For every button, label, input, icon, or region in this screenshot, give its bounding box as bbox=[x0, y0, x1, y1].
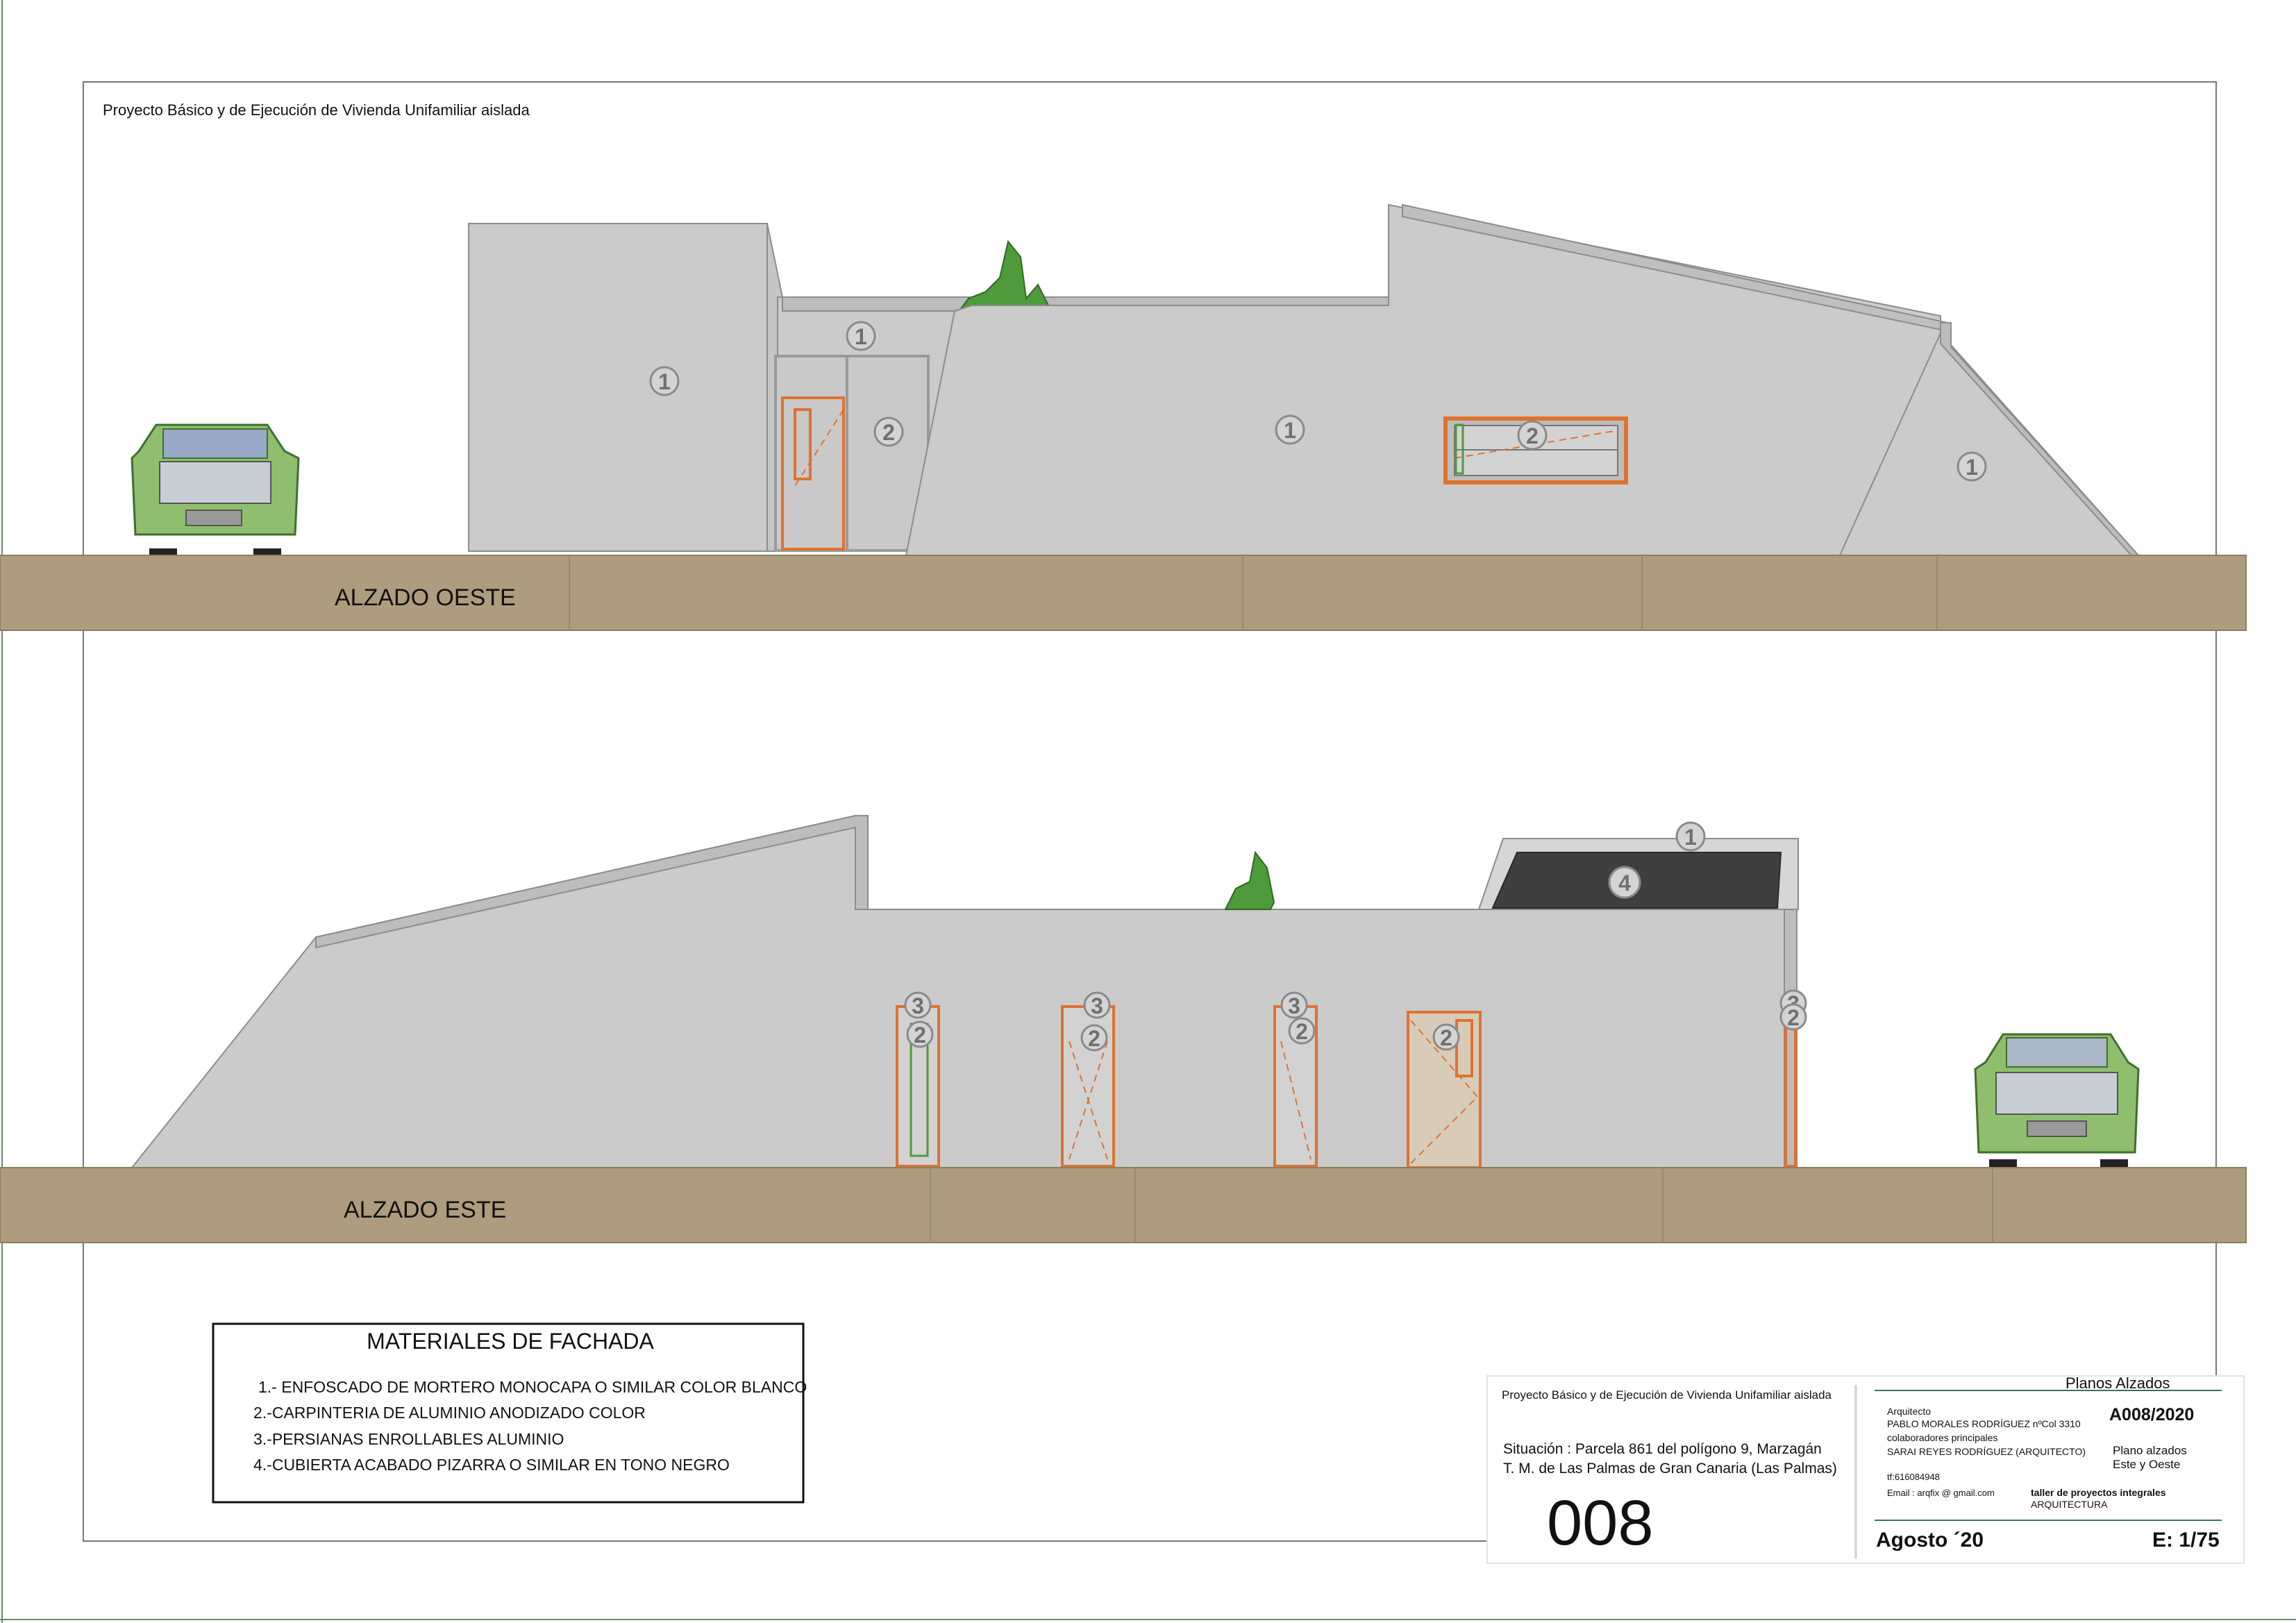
svg-text:3: 3 bbox=[912, 993, 924, 1018]
tb-collaborators-label: colaboradores principales bbox=[1887, 1432, 1998, 1443]
tb-architect-name: PABLO MORALES RODRÍGUEZ nºCol 3310 bbox=[1887, 1418, 2081, 1429]
elevation-drawing-sheet: Proyecto Básico y de Ejecución de Vivien… bbox=[0, 0, 2296, 1623]
legend-title: MATERIALES DE FACHADA bbox=[367, 1329, 654, 1354]
legend-item: 3.-PERSIANAS ENROLLABLES ALUMINIO bbox=[253, 1430, 564, 1448]
west-plant bbox=[957, 239, 1060, 317]
tb-description-2: Este y Oeste bbox=[2113, 1458, 2180, 1471]
tb-project: Proyecto Básico y de Ejecución de Vivien… bbox=[1502, 1388, 1832, 1402]
west-car bbox=[131, 423, 300, 559]
svg-text:1: 1 bbox=[1284, 418, 1296, 443]
east-tag-2-door: 2 bbox=[1432, 1023, 1460, 1051]
svg-text:2: 2 bbox=[882, 420, 895, 445]
svg-text:1: 1 bbox=[1684, 825, 1697, 850]
tb-code: A008/2020 bbox=[2109, 1405, 2194, 1424]
west-tag-2-window: 2 bbox=[1517, 420, 1548, 451]
east-tag-2-edge: 2 bbox=[1779, 1003, 1807, 1031]
west-left-block bbox=[468, 223, 768, 552]
svg-text:3: 3 bbox=[1091, 993, 1103, 1018]
elevation-west-label: ALZADO OESTE bbox=[335, 585, 516, 611]
tb-phone: tf:616084948 bbox=[1887, 1472, 1940, 1482]
svg-text:2: 2 bbox=[1088, 1026, 1100, 1051]
west-tag-1-parapet: 1 bbox=[846, 321, 876, 351]
svg-text:1: 1 bbox=[658, 369, 671, 394]
svg-text:3: 3 bbox=[1288, 993, 1300, 1018]
title-block: Proyecto Básico y de Ejecución de Vivien… bbox=[1486, 1374, 2245, 1564]
west-tag-1-left: 1 bbox=[649, 366, 680, 396]
tb-description-1: Plano alzados bbox=[2113, 1444, 2187, 1457]
east-tag-1-roof: 1 bbox=[1675, 821, 1706, 852]
tb-situation-1: Situación : Parcela 861 del polígono 9, … bbox=[1503, 1441, 1822, 1457]
svg-text:2: 2 bbox=[1787, 1005, 1800, 1030]
svg-text:4: 4 bbox=[1618, 871, 1631, 895]
tb-studio-2: ARQUITECTURA bbox=[2031, 1499, 2108, 1510]
tb-date: Agosto ´20 bbox=[1876, 1529, 1984, 1551]
tb-situation-2: T. M. de Las Palmas de Gran Canaria (Las… bbox=[1503, 1461, 1837, 1477]
west-tag-2-door: 2 bbox=[873, 417, 904, 447]
svg-text:2: 2 bbox=[1526, 423, 1539, 448]
tb-architect-label: Arquitecto bbox=[1887, 1406, 1931, 1417]
elevation-east: 1 4 3 2 3 2 3 2 2 3 2 ALZADO ESTE bbox=[0, 814, 2247, 1243]
legend-item: 1.- ENFOSCADO DE MORTERO MONOCAPA O SIMI… bbox=[258, 1378, 807, 1396]
svg-text:2: 2 bbox=[914, 1023, 926, 1048]
east-tag-3-w3: 3 bbox=[1280, 991, 1308, 1019]
elevation-east-label: ALZADO ESTE bbox=[344, 1197, 506, 1223]
tb-email: Email : arqfix @ gmail.com bbox=[1887, 1488, 1995, 1498]
svg-text:2: 2 bbox=[1296, 1019, 1308, 1044]
tb-scale: E: 1/75 bbox=[2152, 1529, 2220, 1551]
tb-sheet-type: Planos Alzados bbox=[2065, 1374, 2170, 1392]
tb-sheet-number: 008 bbox=[1547, 1488, 1654, 1558]
west-main-wall bbox=[905, 203, 1941, 556]
east-tag-3-w2: 3 bbox=[1083, 991, 1111, 1019]
east-car bbox=[1974, 1033, 2140, 1170]
east-ground bbox=[0, 1167, 2247, 1243]
legend-item: 2.-CARPINTERIA DE ALUMINIO ANODIZADO COL… bbox=[253, 1404, 646, 1422]
header-project-title: Proyecto Básico y de Ejecución de Vivien… bbox=[103, 101, 530, 119]
east-tag-2-w3: 2 bbox=[1288, 1017, 1316, 1045]
svg-text:1: 1 bbox=[855, 324, 867, 349]
elevation-west: 1 1 2 1 2 1 ALZADO OESTE bbox=[0, 203, 2247, 631]
tb-studio-1: taller de proyectos integrales bbox=[2031, 1487, 2166, 1498]
svg-text:1: 1 bbox=[1966, 455, 1978, 480]
materials-legend: MATERIALES DE FACHADA 1.- ENFOSCADO DE M… bbox=[212, 1322, 807, 1504]
east-tag-3-w1: 3 bbox=[904, 991, 932, 1019]
east-tag-2-w1: 2 bbox=[906, 1020, 934, 1048]
west-sliding-door bbox=[774, 355, 930, 552]
legend-item: 4.-CUBIERTA ACABADO PIZARRA O SIMILAR EN… bbox=[253, 1456, 730, 1474]
west-tag-1-main: 1 bbox=[1275, 414, 1305, 445]
west-tag-1-right: 1 bbox=[1956, 451, 1987, 482]
east-tag-2-w2: 2 bbox=[1080, 1024, 1108, 1052]
east-tag-4-roof: 4 bbox=[1608, 866, 1641, 899]
east-plant bbox=[1224, 850, 1275, 910]
svg-text:2: 2 bbox=[1440, 1025, 1452, 1050]
tb-collaborator-name: SARAI REYES RODRÍGUEZ (ARQUITECTO) bbox=[1887, 1446, 2086, 1457]
